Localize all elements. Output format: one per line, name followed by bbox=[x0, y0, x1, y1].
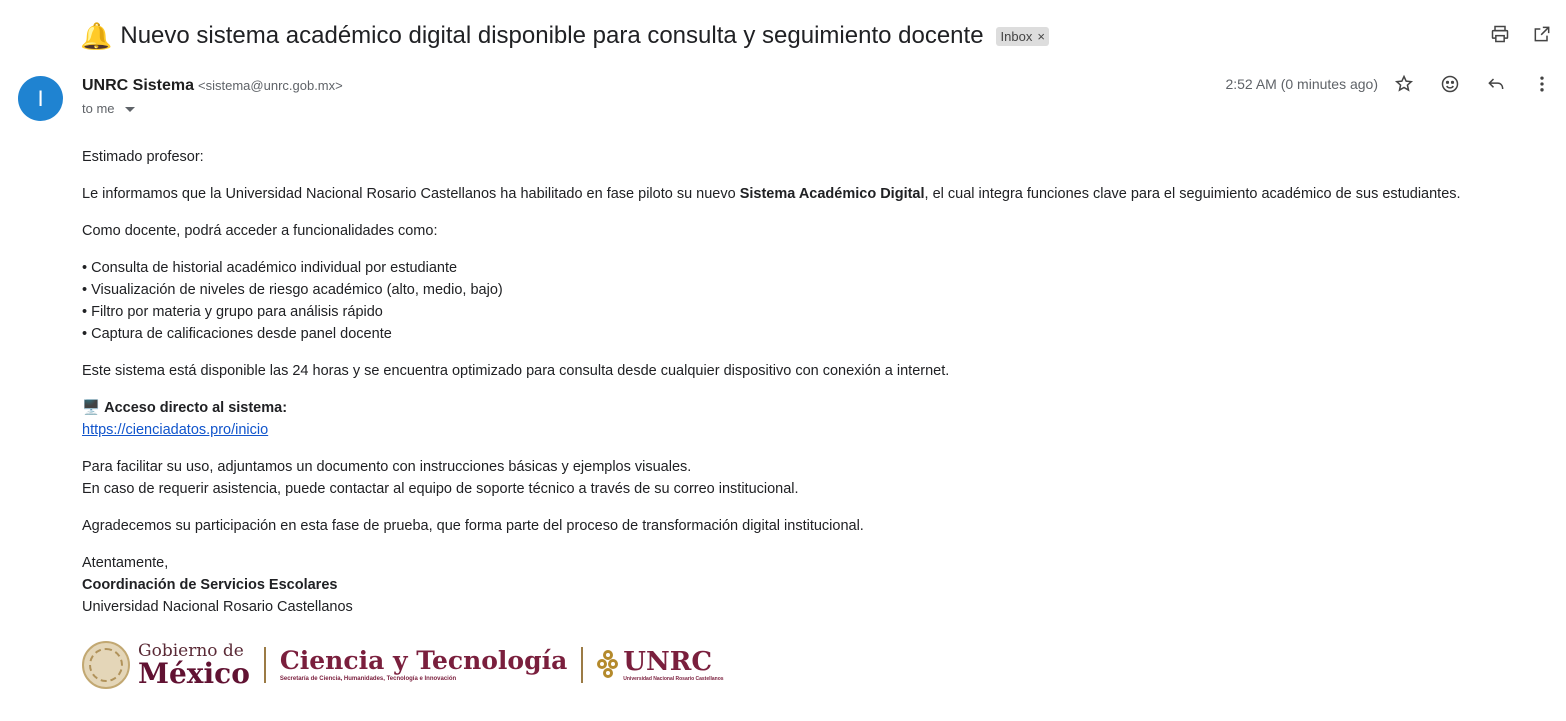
ciencia-logo: Ciencia y Tecnología Secretaría de Cienc… bbox=[279, 646, 568, 682]
list-item: • Filtro por materia y grupo para anális… bbox=[82, 304, 383, 320]
star-icon[interactable] bbox=[1394, 74, 1414, 94]
emoji-icon[interactable] bbox=[1440, 74, 1460, 94]
avatar[interactable]: I bbox=[18, 76, 63, 121]
reply-icon[interactable] bbox=[1486, 74, 1506, 94]
gobierno-logo: Gobierno de México bbox=[138, 640, 250, 690]
print-icon[interactable] bbox=[1490, 24, 1510, 44]
recipient-row: to me bbox=[82, 101, 135, 116]
computer-icon: 🖥️ bbox=[82, 400, 101, 416]
bell-icon: 🔔 bbox=[80, 21, 113, 51]
access-block: 🖥️ Acceso directo al sistema: https://ci… bbox=[82, 397, 1542, 441]
availability-paragraph: Este sistema está disponible las 24 hora… bbox=[82, 363, 950, 379]
more-vert-icon[interactable] bbox=[1532, 74, 1552, 94]
subject-row: 🔔 Nuevo sistema académico digital dispon… bbox=[80, 18, 1546, 54]
features-list: • Consulta de historial académico indivi… bbox=[82, 257, 1542, 345]
features-intro: Como docente, podrá acceder a funcionali… bbox=[82, 223, 438, 239]
signature: Atentamente, Coordinación de Servicios E… bbox=[82, 555, 353, 615]
email-subject: Nuevo sistema académico digital disponib… bbox=[120, 22, 984, 49]
system-name: Sistema Académico Digital bbox=[739, 186, 925, 202]
unrc-mark-icon bbox=[597, 650, 619, 680]
divider bbox=[263, 647, 266, 683]
unrc-logo: UNRC Universidad Nacional Rosario Castel… bbox=[597, 649, 724, 682]
list-item: • Visualización de niveles de riesgo aca… bbox=[82, 282, 503, 298]
top-actions bbox=[1490, 24, 1552, 44]
sender-email: <sistema@unrc.gob.mx> bbox=[198, 78, 343, 93]
message-meta: 2:52 AM (0 minutes ago) bbox=[1225, 74, 1552, 94]
mexico-seal-icon bbox=[82, 641, 130, 689]
thanks-paragraph: Agradecemos su participación en esta fas… bbox=[82, 518, 864, 534]
list-item: • Captura de calificaciones desde panel … bbox=[82, 326, 392, 342]
sender-info: UNRC Sistema <sistema@unrc.gob.mx> bbox=[82, 77, 343, 95]
recipient-text: to me bbox=[82, 101, 115, 116]
sender-name[interactable]: UNRC Sistema bbox=[82, 77, 194, 95]
chevron-down-icon[interactable] bbox=[124, 107, 135, 112]
access-link[interactable]: https://cienciadatos.pro/inicio bbox=[82, 422, 268, 438]
access-label: Acceso directo al sistema: bbox=[104, 400, 288, 416]
open-in-new-icon[interactable] bbox=[1532, 24, 1552, 44]
list-item: • Consulta de historial académico indivi… bbox=[82, 260, 458, 276]
remove-label-icon[interactable]: × bbox=[1037, 29, 1045, 44]
divider bbox=[581, 647, 584, 683]
signature-univ: Universidad Nacional Rosario Castellanos bbox=[82, 599, 353, 615]
intro-paragraph: Le informamos que la Universidad Naciona… bbox=[82, 186, 1461, 202]
greeting: Estimado profesor: bbox=[82, 149, 204, 165]
inbox-label-text: Inbox bbox=[1000, 28, 1033, 44]
inbox-label[interactable]: Inbox × bbox=[995, 26, 1049, 46]
footer-logos: Gobierno de México Ciencia y Tecnología … bbox=[82, 640, 724, 690]
timestamp: 2:52 AM (0 minutes ago) bbox=[1225, 76, 1378, 92]
email-body: Estimado profesor: Le informamos que la … bbox=[82, 146, 1542, 633]
help-paragraph: Para facilitar su uso, adjuntamos un doc… bbox=[82, 459, 799, 497]
signature-org: Coordinación de Servicios Escolares bbox=[82, 577, 338, 593]
